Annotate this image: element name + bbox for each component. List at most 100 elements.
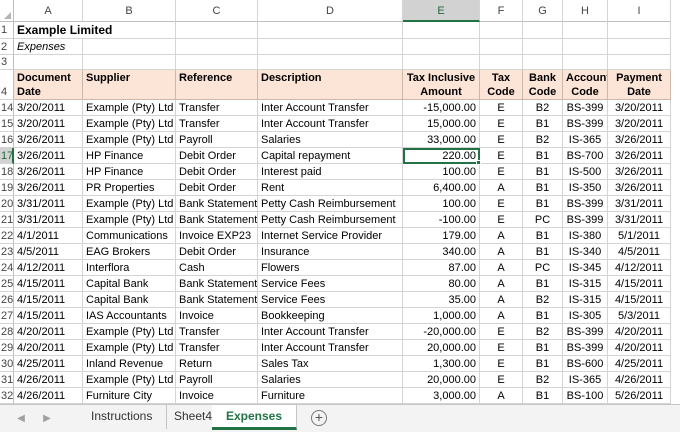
row-header[interactable]: 17 (0, 148, 14, 164)
cell[interactable]: Petty Cash Reimbursement (258, 196, 403, 212)
cell[interactable]: IS-380 (563, 228, 608, 244)
cell[interactable]: 4/5/2011 (14, 244, 83, 260)
cell[interactable]: A (480, 244, 523, 260)
cell[interactable]: A (480, 308, 523, 324)
row-header[interactable]: 22 (0, 228, 14, 244)
column-header-d[interactable]: D (258, 0, 403, 22)
cell[interactable]: 4/15/2011 (608, 292, 671, 308)
cell[interactable]: 3/26/2011 (14, 180, 83, 196)
cell[interactable]: 1,300.00 (403, 356, 480, 372)
row-header[interactable]: 21 (0, 212, 14, 228)
cell[interactable]: 4/20/2011 (608, 324, 671, 340)
cell[interactable]: BS-600 (563, 356, 608, 372)
cell[interactable]: 87.00 (403, 260, 480, 276)
row-header[interactable]: 28 (0, 324, 14, 340)
cell[interactable]: 3/20/2011 (608, 100, 671, 116)
cell[interactable]: A (480, 292, 523, 308)
cell[interactable]: 4/12/2011 (14, 260, 83, 276)
cell[interactable]: IS-365 (563, 372, 608, 388)
cell[interactable]: 179.00 (403, 228, 480, 244)
cell[interactable]: Transfer (176, 324, 258, 340)
cell[interactable]: Insurance (258, 244, 403, 260)
cell[interactable]: B1 (523, 276, 563, 292)
company-title[interactable]: Example Limited (14, 22, 176, 39)
cell[interactable]: 3,000.00 (403, 388, 480, 404)
cell[interactable]: 20,000.00 (403, 372, 480, 388)
row-header[interactable]: 2 (0, 39, 14, 55)
row-header[interactable]: 30 (0, 356, 14, 372)
cell[interactable]: A (480, 388, 523, 404)
cell[interactable]: Payroll (176, 372, 258, 388)
sheet-subtitle[interactable]: Expenses (14, 39, 83, 55)
cell[interactable]: 3/26/2011 (608, 180, 671, 196)
cell[interactable] (480, 22, 523, 39)
row-header[interactable]: 25 (0, 276, 14, 292)
cell[interactable]: Petty Cash Reimbursement (258, 212, 403, 228)
cell[interactable]: 3/26/2011 (608, 132, 671, 148)
cell[interactable]: Salaries (258, 372, 403, 388)
column-header-h[interactable]: H (563, 0, 608, 22)
cell[interactable]: IS-350 (563, 180, 608, 196)
cell[interactable] (403, 22, 480, 39)
cell[interactable]: 3/20/2011 (608, 116, 671, 132)
cell[interactable]: IS-315 (563, 292, 608, 308)
cell[interactable]: 4/15/2011 (14, 276, 83, 292)
cell[interactable]: A (480, 180, 523, 196)
cell[interactable]: 4/26/2011 (608, 372, 671, 388)
cell[interactable]: 15,000.00 (403, 116, 480, 132)
cell[interactable]: IAS Accountants (83, 308, 176, 324)
cell[interactable]: 4/20/2011 (608, 340, 671, 356)
row-header[interactable]: 16 (0, 132, 14, 148)
column-header-g[interactable]: G (523, 0, 563, 22)
cell[interactable] (523, 55, 563, 70)
cell[interactable]: Invoice (176, 308, 258, 324)
column-header-a[interactable]: A (14, 0, 83, 22)
cell[interactable]: BS-700 (563, 148, 608, 164)
row-header[interactable]: 31 (0, 372, 14, 388)
cell[interactable]: Example (Pty) Ltd (83, 372, 176, 388)
cell[interactable]: E (480, 148, 523, 164)
cell[interactable]: A (480, 228, 523, 244)
select-all-corner[interactable] (0, 0, 14, 22)
cell[interactable]: BS-399 (563, 100, 608, 116)
cell[interactable]: B1 (523, 148, 563, 164)
cell[interactable]: 3/26/2011 (14, 132, 83, 148)
row-header[interactable]: 20 (0, 196, 14, 212)
cell[interactable]: 4/26/2011 (14, 388, 83, 404)
cell[interactable] (480, 39, 523, 55)
active-cell[interactable]: 220.00 (403, 148, 480, 164)
cell[interactable]: B1 (523, 340, 563, 356)
cell[interactable]: Inter Account Transfer (258, 116, 403, 132)
cell[interactable]: PR Properties (83, 180, 176, 196)
cell[interactable]: Example (Pty) Ltd (83, 196, 176, 212)
column-header-i[interactable]: I (608, 0, 671, 22)
cell[interactable]: 3/20/2011 (14, 116, 83, 132)
row-header[interactable]: 24 (0, 260, 14, 276)
cell[interactable]: Cash (176, 260, 258, 276)
cell[interactable]: B1 (523, 388, 563, 404)
cell[interactable] (563, 55, 608, 70)
cell[interactable] (176, 55, 258, 70)
column-header-e[interactable]: E (403, 0, 480, 22)
cell[interactable]: 35.00 (403, 292, 480, 308)
column-header-b[interactable]: B (83, 0, 176, 22)
cell[interactable]: Capital repayment (258, 148, 403, 164)
cell[interactable]: -100.00 (403, 212, 480, 228)
row-header[interactable]: 15 (0, 116, 14, 132)
cell[interactable]: Furniture (258, 388, 403, 404)
cell[interactable]: IS-345 (563, 260, 608, 276)
cell[interactable]: B1 (523, 308, 563, 324)
cell[interactable] (480, 55, 523, 70)
row-header[interactable]: 26 (0, 292, 14, 308)
cell[interactable]: Salaries (258, 132, 403, 148)
cell[interactable]: E (480, 324, 523, 340)
cell[interactable]: Inter Account Transfer (258, 100, 403, 116)
cell[interactable]: 4/5/2011 (608, 244, 671, 260)
cell[interactable]: E (480, 196, 523, 212)
cell[interactable]: 4/15/2011 (14, 308, 83, 324)
cell[interactable]: Sales Tax (258, 356, 403, 372)
cell[interactable]: 3/26/2011 (14, 148, 83, 164)
cell[interactable]: BS-399 (563, 196, 608, 212)
cell[interactable]: B1 (523, 164, 563, 180)
cell[interactable]: Transfer (176, 116, 258, 132)
